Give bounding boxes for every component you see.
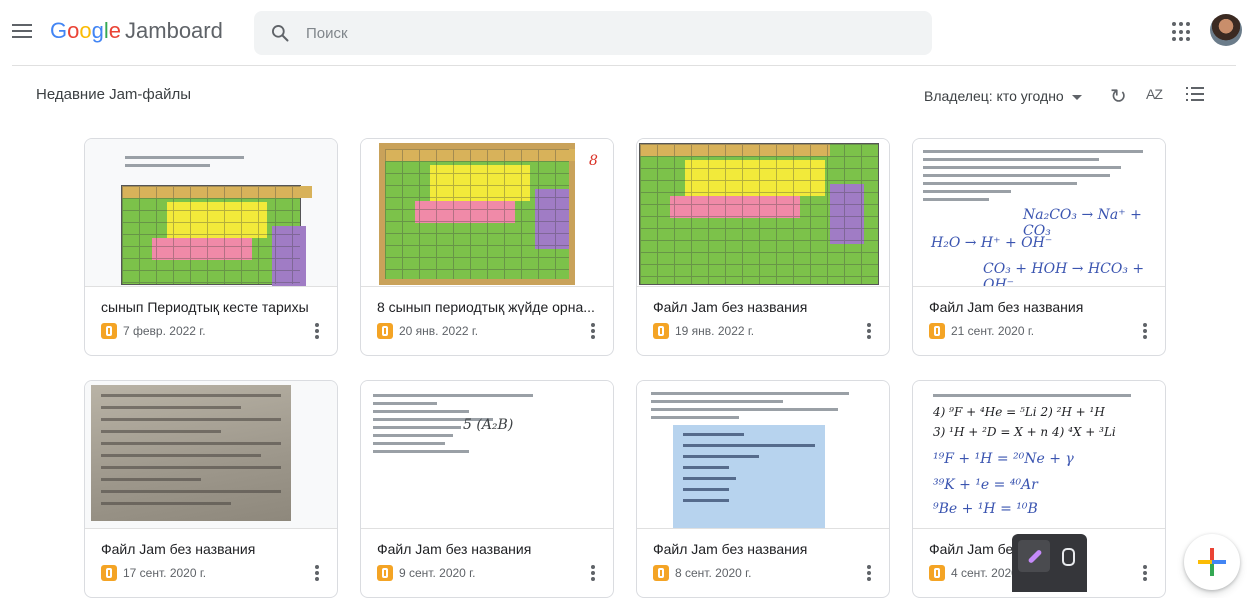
jam-card[interactable]: 5 (A₂B) Файл Jam без названия 9 сент. 20… xyxy=(360,380,614,598)
card-title[interactable]: Файл Jam без названия xyxy=(101,541,325,557)
logo-letter: o xyxy=(67,18,80,43)
more-options-icon[interactable] xyxy=(309,321,325,341)
jam-card[interactable]: 8 8 сынып периодтық жүйде орна... 20 янв… xyxy=(360,138,614,356)
logo-letter: o xyxy=(79,18,92,43)
jam-card[interactable]: Файл Jam без названия 17 сент. 2020 г. xyxy=(84,380,338,598)
card-date: 21 сент. 2020 г. xyxy=(951,324,1035,338)
create-jam-button[interactable] xyxy=(1184,534,1240,590)
owner-filter-label: Владелец: кто угодно xyxy=(924,88,1064,104)
jam-thumbnail[interactable] xyxy=(637,139,889,287)
more-options-icon[interactable] xyxy=(585,321,601,341)
mouse-pointer-icon[interactable] xyxy=(1056,542,1078,570)
card-date: 8 сент. 2020 г. xyxy=(675,566,752,580)
card-date: 9 сент. 2020 г. xyxy=(399,566,476,580)
card-date: 19 янв. 2022 г. xyxy=(675,324,755,338)
jamboard-file-icon xyxy=(377,323,393,339)
jam-thumbnail[interactable] xyxy=(637,381,889,529)
more-options-icon[interactable] xyxy=(861,321,877,341)
owner-filter-dropdown[interactable]: Владелец: кто угодно xyxy=(924,88,1082,104)
more-options-icon[interactable] xyxy=(1137,563,1153,583)
jamboard-file-icon xyxy=(101,323,117,339)
jam-card[interactable]: Файл Jam без названия 19 янв. 2022 г. xyxy=(636,138,890,356)
card-title[interactable]: Файл Jam без названия xyxy=(653,541,877,557)
jamboard-file-icon xyxy=(377,565,393,581)
card-date: 17 сент. 2020 г. xyxy=(123,566,207,580)
jamboard-file-icon xyxy=(929,323,945,339)
card-title[interactable]: Файл Jam без названия xyxy=(653,299,877,315)
logo-letter: G xyxy=(50,18,68,43)
card-title[interactable]: 8 сынып периодтық жүйде орна... xyxy=(377,299,601,315)
jam-card[interactable]: Файл Jam без названия 8 сент. 2020 г. xyxy=(636,380,890,598)
plus-icon xyxy=(1198,560,1226,564)
jam-card[interactable]: сынып Периодтық кесте тарихы 7 февр. 202… xyxy=(84,138,338,356)
search-icon[interactable] xyxy=(270,23,290,43)
jam-thumbnail[interactable] xyxy=(85,139,337,287)
more-options-icon[interactable] xyxy=(861,563,877,583)
jam-thumbnail[interactable]: 8 xyxy=(361,139,613,287)
search-bar[interactable] xyxy=(254,11,932,55)
app-logo[interactable]: Google Jamboard xyxy=(50,18,223,44)
jam-thumbnail[interactable]: 5 (A₂B) xyxy=(361,381,613,529)
card-date: 20 янв. 2022 г. xyxy=(399,324,479,338)
top-app-bar: Google Jamboard xyxy=(0,0,1248,64)
card-title[interactable]: сынып Периодтық кесте тарихы xyxy=(101,299,325,315)
jam-thumbnail[interactable]: Na₂CO₃ → Na⁺ + CO₃ H₂O → H⁺ + OH⁻ CO₃ + … xyxy=(913,139,1165,287)
section-title: Недавние Jam-файлы xyxy=(36,86,192,103)
sort-az-button[interactable]: AZ xyxy=(1146,86,1163,102)
search-input[interactable] xyxy=(306,11,906,55)
apps-grid-icon[interactable] xyxy=(1172,22,1192,42)
jam-thumbnail[interactable] xyxy=(85,381,337,529)
jam-card[interactable]: Na₂CO₃ → Na⁺ + CO₃ H₂O → H⁺ + OH⁻ CO₃ + … xyxy=(912,138,1166,356)
list-view-icon[interactable] xyxy=(1186,86,1204,102)
user-avatar[interactable] xyxy=(1210,14,1242,46)
card-title[interactable]: Файл Jam без названия xyxy=(377,541,601,557)
pen-icon[interactable] xyxy=(1018,540,1050,572)
jamboard-file-icon xyxy=(653,323,669,339)
logo-letter: g xyxy=(91,18,104,43)
floating-tool-palette xyxy=(1012,534,1087,592)
chevron-down-icon xyxy=(1071,94,1082,100)
jam-thumbnail[interactable]: 4) ⁹F + ⁴He = ⁵Li 2) ²H + ¹H 3) ¹H + ²D … xyxy=(913,381,1165,529)
card-title[interactable]: Файл Jam без названия xyxy=(929,299,1153,315)
card-date: 7 февр. 2022 г. xyxy=(123,324,206,338)
jamboard-file-icon xyxy=(929,565,945,581)
hamburger-menu-icon[interactable] xyxy=(12,20,32,44)
header-divider xyxy=(12,65,1236,66)
more-options-icon[interactable] xyxy=(1137,321,1153,341)
refresh-icon[interactable]: ↻ xyxy=(1110,84,1127,109)
product-name: Jamboard xyxy=(125,18,223,43)
jamboard-file-icon xyxy=(101,565,117,581)
jamboard-file-icon xyxy=(653,565,669,581)
more-options-icon[interactable] xyxy=(585,563,601,583)
more-options-icon[interactable] xyxy=(309,563,325,583)
logo-letter: e xyxy=(108,18,122,43)
